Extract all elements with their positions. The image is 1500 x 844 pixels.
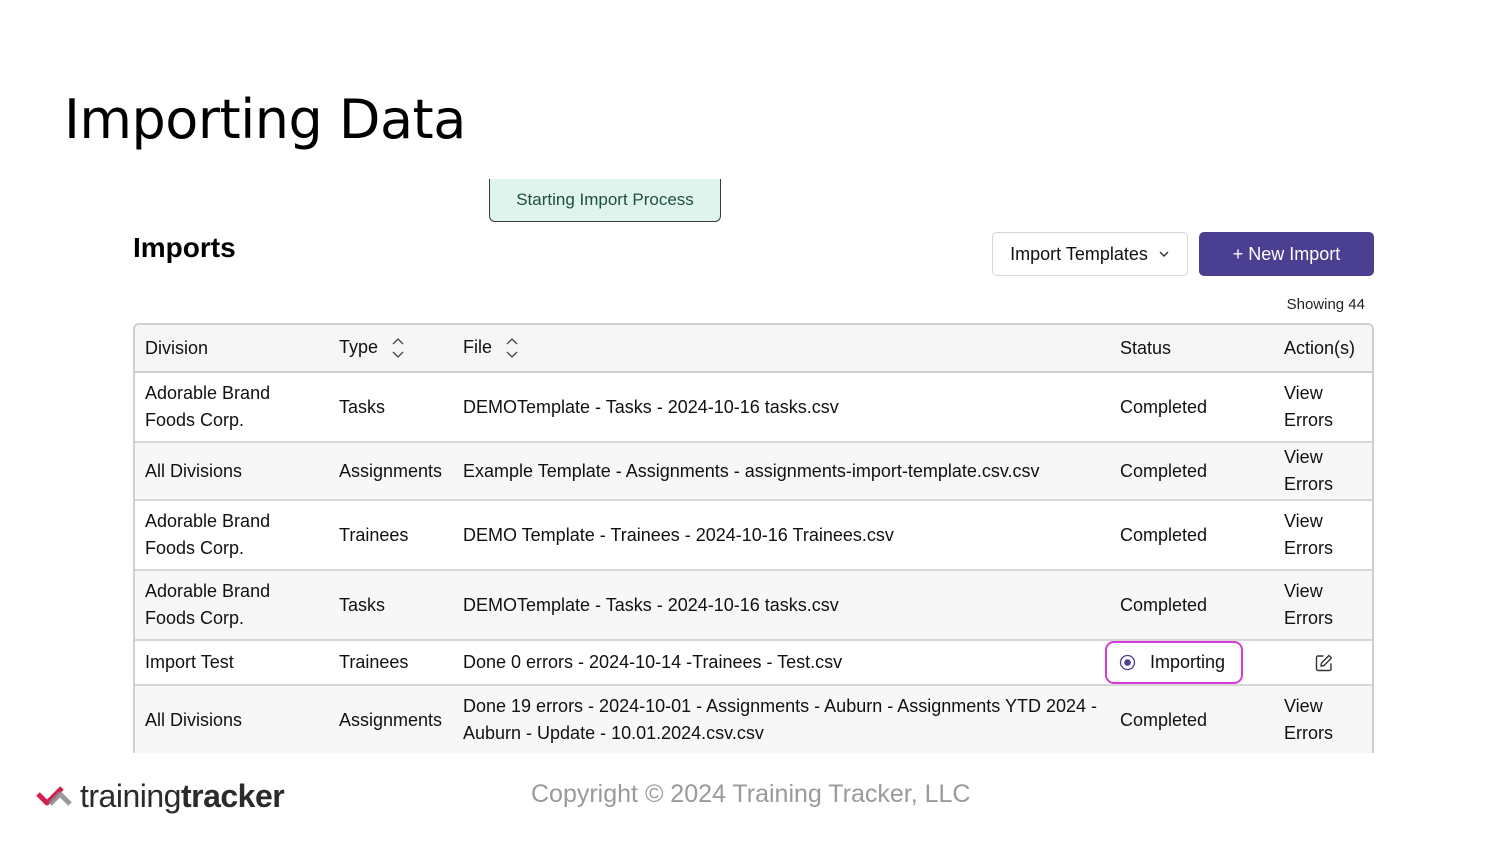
view-errors-link[interactable]: View Errors [1284, 511, 1333, 558]
table-row: Adorable Brand Foods Corp. Tasks DEMOTem… [135, 570, 1372, 641]
column-division: Division [135, 325, 329, 373]
cell-file: DEMO Template - Trainees - 2024-10-16 Tr… [453, 500, 1110, 571]
showing-count: Showing 44 [1286, 296, 1365, 313]
sort-icon[interactable] [505, 334, 519, 362]
cell-division: Adorable Brand Foods Corp. [135, 500, 329, 571]
record-dot-icon [1119, 654, 1136, 671]
column-status: Status [1110, 325, 1274, 373]
cell-type: Trainees [329, 500, 453, 571]
cell-status: Completed [1110, 372, 1274, 443]
cell-status: Completed [1110, 570, 1274, 641]
cell-file: DEMOTemplate - Tasks - 2024-10-16 tasks.… [453, 570, 1110, 641]
cell-division: All Divisions [135, 685, 329, 753]
cell-type: Assignments [329, 442, 453, 501]
trainingtracker-logo: trainingtracker [36, 778, 285, 815]
new-import-button[interactable]: + New Import [1199, 232, 1374, 276]
table-row: All Divisions Assignments Done 19 errors… [135, 685, 1372, 753]
slide-title: Importing Data [64, 88, 466, 151]
imports-table: Division Type File Status Action(s) Ador… [133, 323, 1374, 753]
cell-file: Example Template - Assignments - assignm… [453, 442, 1110, 501]
cell-file: Done 0 errors - 2024-10-14 -Trainees - T… [453, 640, 1110, 686]
cell-file: DEMOTemplate - Tasks - 2024-10-16 tasks.… [453, 372, 1110, 443]
imports-heading: Imports [133, 232, 236, 263]
cell-status: Completed [1110, 685, 1274, 753]
cell-type: Assignments [329, 685, 453, 753]
table-header-row: Division Type File Status Action(s) [135, 325, 1372, 373]
import-templates-label: Import Templates [1010, 243, 1148, 264]
cell-status: Importing [1105, 640, 1274, 686]
cell-type: Tasks [329, 372, 453, 443]
view-errors-link[interactable]: View Errors [1284, 447, 1333, 494]
view-errors-link[interactable]: View Errors [1284, 383, 1333, 430]
chevron-down-icon [1159, 251, 1169, 257]
checkmark-logo-icon [36, 785, 72, 806]
sort-icon[interactable] [391, 334, 405, 362]
logo-wordmark: trainingtracker [80, 778, 285, 814]
copyright-text: Copyright © 2024 Training Tracker, LLC [531, 780, 971, 808]
cell-file: Done 19 errors - 2024-10-01 - Assignment… [453, 685, 1110, 753]
importing-status-highlight: Importing [1105, 641, 1244, 684]
cell-status: Completed [1110, 442, 1274, 501]
table-row: Adorable Brand Foods Corp. Trainees DEMO… [135, 500, 1372, 571]
table-row: Import Test Trainees Done 0 errors - 202… [135, 640, 1372, 686]
view-errors-link[interactable]: View Errors [1284, 696, 1333, 743]
import-templates-dropdown[interactable]: Import Templates [992, 232, 1188, 276]
column-file[interactable]: File [453, 325, 1110, 373]
cell-division: Adorable Brand Foods Corp. [135, 570, 329, 641]
cell-division: Import Test [135, 640, 329, 686]
importing-status-label: Importing [1150, 652, 1226, 672]
table-row: Adorable Brand Foods Corp. Tasks DEMOTem… [135, 372, 1372, 443]
table-row: All Divisions Assignments Example Templa… [135, 442, 1372, 501]
cell-division: All Divisions [135, 442, 329, 501]
cell-type: Tasks [329, 570, 453, 641]
column-actions: Action(s) [1274, 325, 1372, 373]
cell-type: Trainees [329, 640, 453, 686]
import-toast: Starting Import Process [489, 179, 721, 222]
view-errors-link[interactable]: View Errors [1284, 581, 1333, 628]
edit-icon[interactable] [1314, 653, 1334, 673]
cell-division: Adorable Brand Foods Corp. [135, 372, 329, 443]
cell-status: Completed [1110, 500, 1274, 571]
column-type[interactable]: Type [329, 325, 453, 373]
